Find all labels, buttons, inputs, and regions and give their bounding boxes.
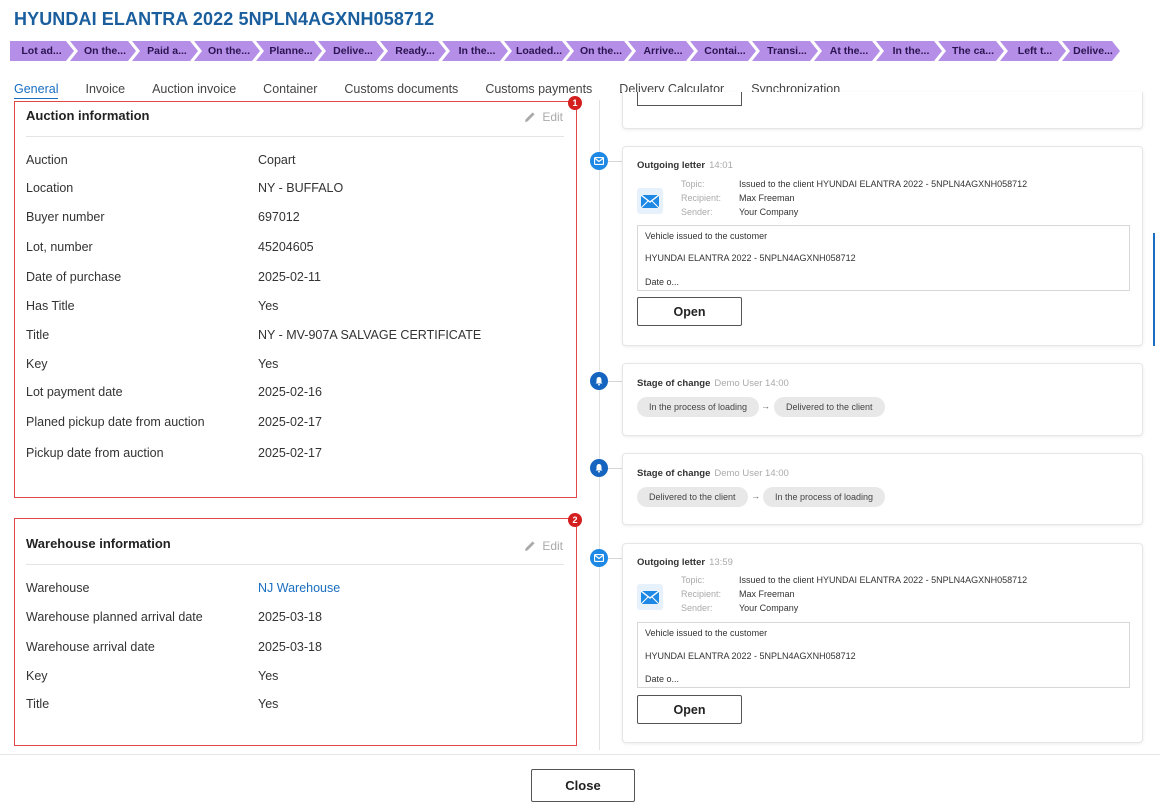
timeline-line <box>599 100 600 750</box>
letter-topic: Issued to the client HYUNDAI ELANTRA 202… <box>739 179 1028 189</box>
stage-step[interactable]: Loaded... <box>504 41 570 61</box>
stage-step[interactable]: Arrive... <box>628 41 694 61</box>
auction-info-panel: 1 Auction information Edit Auction Copart… <box>14 96 582 498</box>
card-time: 13:59 <box>709 557 733 568</box>
envelope-icon <box>590 152 608 170</box>
envelope-icon <box>590 549 608 567</box>
stage-step[interactable]: Lot ad... <box>10 41 74 61</box>
annotation-badge: 1 <box>568 96 582 110</box>
letter-sender: Your Company <box>739 207 799 217</box>
letter-sender: Your Company <box>739 603 799 613</box>
stage-step[interactable]: In the... <box>876 41 942 61</box>
stage-step[interactable]: Ready... <box>380 41 446 61</box>
envelope-icon <box>637 584 663 610</box>
envelope-icon <box>637 188 663 214</box>
tab-general[interactable]: General <box>14 82 59 99</box>
edit-button[interactable]: Edit <box>524 539 563 553</box>
stage-step[interactable]: On the... <box>566 41 632 61</box>
stage-from-pill: Delivered to the client <box>637 487 748 507</box>
pencil-icon <box>525 112 535 122</box>
timeline-card-letter: Outgoing letter 14:01 Topic: Issued to the… <box>622 146 1143 346</box>
bell-icon <box>590 372 608 390</box>
timeline-card-stage: Stage of change Demo User 14:00 In the pr… <box>622 363 1143 436</box>
card-meta: Demo User 14:00 <box>714 378 789 389</box>
stage-step[interactable]: Contai... <box>690 41 756 61</box>
stage-to-pill: Delivered to the client <box>774 397 885 417</box>
pencil-icon <box>525 541 535 551</box>
letter-recipient-link[interactable]: Max Freeman <box>739 589 795 599</box>
edit-label: Edit <box>542 110 563 124</box>
warehouse-link[interactable]: NJ Warehouse <box>258 581 340 595</box>
open-letter-button[interactable]: Open <box>637 695 742 724</box>
arrow-icon: → <box>751 491 760 501</box>
card-title: Outgoing letter <box>637 557 706 568</box>
stage-to-pill: In the process of loading <box>763 487 886 507</box>
letter-preview: Vehicle issued to the customer HYUNDAI E… <box>637 225 1130 291</box>
stage-step[interactable]: On the... <box>194 41 260 61</box>
open-letter-button[interactable]: Open <box>637 297 742 326</box>
stage-from-pill: In the process of loading <box>637 397 760 417</box>
stage-step[interactable]: At the... <box>814 41 880 61</box>
scrollbar-thumb[interactable] <box>1153 233 1155 346</box>
edit-label: Edit <box>542 539 563 553</box>
stage-step[interactable]: The ca... <box>938 41 1004 61</box>
card-title: Stage of change <box>637 468 711 479</box>
timeline-card-stage: Stage of change Demo User 14:00 Delivered… <box>622 453 1143 525</box>
arrow-icon: → <box>761 401 770 411</box>
close-button[interactable]: Close <box>531 769 635 802</box>
footer-divider <box>0 754 1160 755</box>
stage-step[interactable]: Transi... <box>752 41 818 61</box>
panel-title: Auction information <box>26 108 150 123</box>
tab-invoice[interactable]: Invoice <box>85 82 125 99</box>
stage-bar: Lot ad... On the... Paid a... On the... … <box>10 41 1116 61</box>
card-title: Outgoing letter <box>637 160 706 171</box>
timeline-card-letter: Outgoing letter 13:59 Topic: Issued to the… <box>622 543 1143 743</box>
timeline-card-partial <box>622 92 1143 129</box>
letter-preview: Vehicle issued to the customer HYUNDAI E… <box>637 622 1130 688</box>
stage-step[interactable]: In the... <box>442 41 508 61</box>
card-title: Stage of change <box>637 378 711 389</box>
panel-title: Warehouse information <box>26 536 171 551</box>
stage-step[interactable]: Delive... <box>1062 41 1120 61</box>
letter-topic: Issued to the client HYUNDAI ELANTRA 202… <box>739 575 1028 585</box>
tab-container[interactable]: Container <box>263 82 317 99</box>
tab-customs-documents[interactable]: Customs documents <box>344 82 458 99</box>
tab-auction-invoice[interactable]: Auction invoice <box>152 82 236 99</box>
letter-recipient-link[interactable]: Max Freeman <box>739 193 795 203</box>
warehouse-info-panel: 2 Warehouse information Edit Warehouse NJ… <box>14 513 582 746</box>
stage-step[interactable]: Paid a... <box>132 41 198 61</box>
annotation-badge: 2 <box>568 513 582 527</box>
stage-step[interactable]: On the... <box>70 41 136 61</box>
card-meta: Demo User 14:00 <box>714 468 789 479</box>
page-title: HYUNDAI ELANTRA 2022 5NPLN4AGXNH058712 <box>14 9 435 29</box>
stage-step[interactable]: Planne... <box>256 41 322 61</box>
edit-button[interactable]: Edit <box>524 110 563 124</box>
stage-step[interactable]: Delive... <box>318 41 384 61</box>
card-time: 14:01 <box>709 160 733 171</box>
stage-step[interactable]: Left t... <box>1000 41 1066 61</box>
bell-icon <box>590 459 608 477</box>
